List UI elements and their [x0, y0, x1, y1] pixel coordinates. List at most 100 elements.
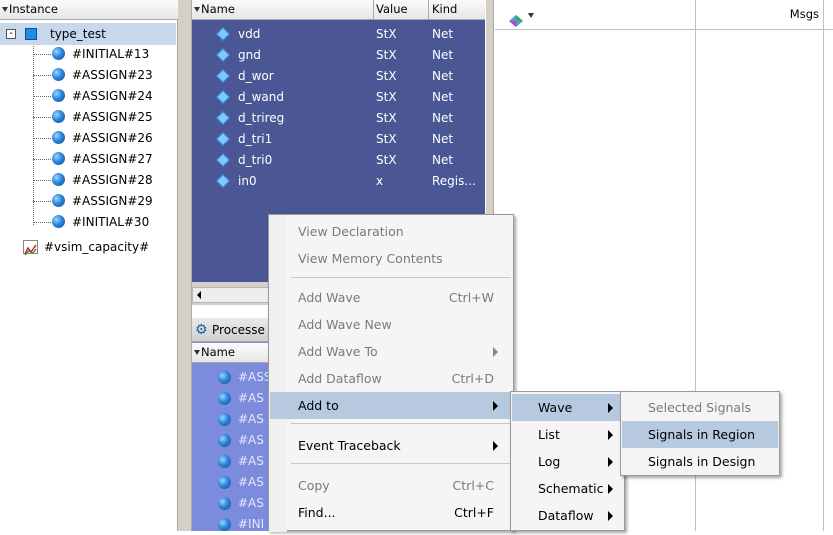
process-icon: [52, 131, 65, 144]
submenu-arrow-icon: [493, 441, 498, 451]
module-icon: [25, 28, 37, 40]
process-name: #AS: [238, 496, 264, 510]
process-icon: [52, 110, 65, 123]
wave-submenu-item-label: Signals in Region: [648, 427, 756, 442]
submenu-item-dataflow[interactable]: Dataflow: [512, 502, 623, 529]
submenu-arrow-icon: [608, 430, 613, 440]
menu-item-label: Copy: [298, 478, 330, 493]
tree-node-label: #ASSIGN#27: [72, 152, 153, 166]
tree-node-child[interactable]: #ASSIGN#23: [0, 64, 176, 86]
menu-item-add-dataflow[interactable]: Add Dataflow Ctrl+D: [270, 365, 512, 392]
menu-item-event-traceback[interactable]: Event Traceback: [270, 432, 512, 459]
tree-node-child[interactable]: #ASSIGN#25: [0, 106, 176, 128]
menu-item-add-wave-to[interactable]: Add Wave To: [270, 338, 512, 365]
tree-node-child[interactable]: #ASSIGN#26: [0, 127, 176, 149]
tree-branch: [33, 138, 51, 139]
collapse-toggle[interactable]: -: [6, 29, 16, 39]
tree-branch: [33, 54, 51, 55]
submenu-item-list[interactable]: List: [512, 421, 623, 448]
menu-item-add-wave-new[interactable]: Add Wave New: [270, 311, 512, 338]
menu-item-label: Add Wave New: [298, 317, 392, 332]
object-value: x: [376, 174, 384, 188]
object-name: d_tri0: [238, 153, 273, 167]
wave-submenu-item[interactable]: Signals in Design: [622, 448, 778, 475]
object-row[interactable]: gnd StX Net: [192, 45, 482, 66]
object-row[interactable]: d_trireg StX Net: [192, 108, 482, 129]
process-row[interactable]: #INI: [192, 514, 272, 535]
object-kind: Net: [432, 153, 454, 167]
objects-header: Name Value Kind: [192, 0, 485, 20]
object-name: vdd: [238, 27, 261, 41]
process-icon: [52, 47, 65, 60]
signal-icon: [215, 26, 231, 42]
menu-item-view-declaration[interactable]: View Declaration: [270, 218, 512, 245]
object-row[interactable]: d_wor StX Net: [192, 66, 482, 87]
process-icon: [218, 392, 231, 405]
menu-item-shortcut: Ctrl+C: [452, 478, 494, 493]
process-icon: [52, 89, 65, 102]
tree-node-child[interactable]: #ASSIGN#24: [0, 85, 176, 107]
process-icon: [218, 497, 231, 510]
tree-node-child[interactable]: #ASSIGN#27: [0, 148, 176, 170]
submenu-item-label: Log: [538, 454, 561, 469]
process-icon: [52, 173, 65, 186]
object-row[interactable]: d_wand StX Net: [192, 87, 482, 108]
tree-node-label: #INITIAL#13: [72, 47, 150, 61]
process-row[interactable]: #AS: [192, 388, 272, 409]
panel-divider: [178, 0, 192, 531]
process-row[interactable]: #AS: [192, 430, 272, 451]
process-name: #AS: [238, 391, 264, 405]
menu-item-add-to[interactable]: Add to: [270, 392, 512, 419]
process-row[interactable]: #ASS: [192, 367, 272, 388]
tree-branch: [33, 180, 51, 181]
submenu-arrow-icon: [608, 511, 613, 521]
sort-arrow-icon: [194, 349, 200, 355]
menu-item-view-memory-contents[interactable]: View Memory Contents: [270, 245, 512, 272]
objects-value-header[interactable]: Value: [376, 0, 429, 19]
tree-node-label: #ASSIGN#24: [72, 89, 153, 103]
objects-name-header[interactable]: Name: [192, 0, 374, 19]
submenu-item-wave[interactable]: Wave: [512, 394, 623, 421]
object-row[interactable]: vdd StX Net: [192, 24, 482, 45]
wave-submenu-item[interactable]: Selected Signals: [622, 394, 778, 421]
process-name: #AS: [238, 412, 264, 426]
objects-kind-header[interactable]: Kind: [432, 0, 482, 19]
object-value: StX: [376, 48, 397, 62]
scroll-left-arrow-icon[interactable]: [197, 291, 201, 299]
process-row[interactable]: #AS: [192, 472, 272, 493]
tree-node-child[interactable]: #ASSIGN#28: [0, 169, 176, 191]
process-row[interactable]: #AS: [192, 409, 272, 430]
process-icon: [52, 194, 65, 207]
object-row[interactable]: d_tri1 StX Net: [192, 129, 482, 150]
wave-toolbar-icon[interactable]: [509, 9, 523, 27]
menu-item-label: View Declaration: [298, 224, 404, 239]
wave-submenu-item[interactable]: Signals in Region: [622, 421, 778, 448]
submenu-arrow-icon: [608, 484, 613, 494]
menu-separator: [291, 277, 511, 278]
process-icon: [218, 518, 231, 531]
tree-node-root[interactable]: - type_test: [0, 23, 176, 45]
menu-item-add-wave[interactable]: Add Wave Ctrl+W: [270, 284, 512, 311]
tree-node-vsim-capacity[interactable]: #vsim_capacity#: [0, 236, 176, 258]
submenu-item-log[interactable]: Log: [512, 448, 623, 475]
processes-name-header[interactable]: Name: [192, 343, 272, 363]
object-name: d_wand: [238, 90, 285, 104]
sort-arrow-icon: [194, 6, 200, 12]
menu-item-label: Event Traceback: [298, 438, 401, 453]
tree-node-child[interactable]: #INITIAL#30: [0, 211, 176, 233]
instance-column-header[interactable]: Instance: [0, 0, 178, 20]
dropdown-arrow-icon[interactable]: [528, 13, 534, 18]
signal-icon: [215, 110, 231, 126]
tree-node-child[interactable]: #ASSIGN#29: [0, 190, 176, 212]
tree-node-child[interactable]: #INITIAL#13: [0, 43, 176, 65]
process-row[interactable]: #AS: [192, 493, 272, 514]
menu-item-find[interactable]: Find... Ctrl+F: [270, 499, 512, 526]
object-row[interactable]: d_tri0 StX Net: [192, 150, 482, 171]
submenu-item-schematic[interactable]: Schematic: [512, 475, 623, 502]
menu-item-shortcut: Ctrl+D: [451, 371, 494, 386]
menu-item-copy[interactable]: Copy Ctrl+C: [270, 472, 512, 499]
object-row[interactable]: in0 x Regis...: [192, 171, 482, 192]
object-kind: Net: [432, 90, 454, 104]
signal-icon: [215, 89, 231, 105]
process-row[interactable]: #AS: [192, 451, 272, 472]
